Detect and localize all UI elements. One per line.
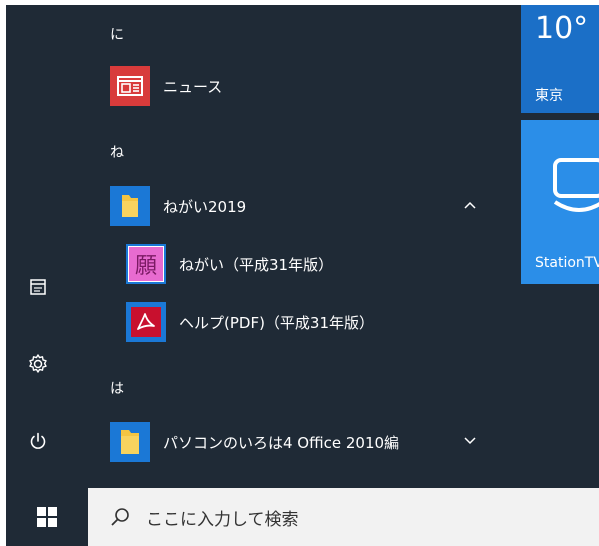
stationtv-label: StationTV	[535, 255, 599, 271]
screen: 10° 東京 StationTV に ね は ニュース ねがい2019 願 ねが…	[0, 0, 599, 546]
weather-temperature: 10°	[535, 11, 589, 46]
app-news-label: ニュース	[163, 77, 223, 96]
power-icon[interactable]	[23, 426, 53, 456]
taskbar-search-box[interactable]: ここに入力して検索	[88, 488, 599, 546]
search-placeholder: ここに入力して検索	[146, 509, 299, 530]
weather-tile[interactable]: 10° 東京	[521, 5, 599, 113]
folder-pasokon-iroha[interactable]: パソコンのいろは4 Office 2010編	[110, 416, 510, 468]
folder-icon	[110, 186, 150, 226]
news-icon	[110, 66, 150, 106]
pdf-icon	[126, 302, 166, 342]
weather-city: 東京	[535, 88, 563, 104]
start-button[interactable]	[6, 488, 88, 546]
folder-icon	[110, 422, 150, 462]
section-header-ha: は	[110, 381, 124, 397]
chevron-up-icon[interactable]	[460, 195, 480, 215]
folder-negai2019-label: ねがい2019	[163, 197, 247, 216]
app-negai-label: ねがい（平成31年版）	[179, 255, 334, 274]
app-help-pdf[interactable]: ヘルプ(PDF)（平成31年版）	[126, 296, 526, 348]
documents-icon[interactable]	[23, 272, 53, 302]
tv-icon	[553, 158, 599, 212]
negai-app-icon: 願	[126, 244, 166, 284]
section-header-ne: ね	[110, 145, 124, 161]
stationtv-tile[interactable]: StationTV	[521, 120, 599, 284]
section-header-ni: に	[110, 27, 124, 43]
chevron-down-icon[interactable]	[460, 431, 480, 451]
folder-negai2019[interactable]: ねがい2019	[110, 180, 510, 232]
folder-pasokon-iroha-label: パソコンのいろは4 Office 2010編	[163, 433, 400, 452]
app-help-pdf-label: ヘルプ(PDF)（平成31年版）	[179, 313, 375, 332]
app-news[interactable]: ニュース	[110, 60, 510, 112]
settings-icon[interactable]	[23, 349, 53, 379]
search-icon	[111, 508, 129, 526]
app-negai[interactable]: 願 ねがい（平成31年版）	[126, 238, 526, 290]
windows-logo-icon	[37, 507, 57, 527]
negai-glyph: 願	[128, 246, 164, 282]
